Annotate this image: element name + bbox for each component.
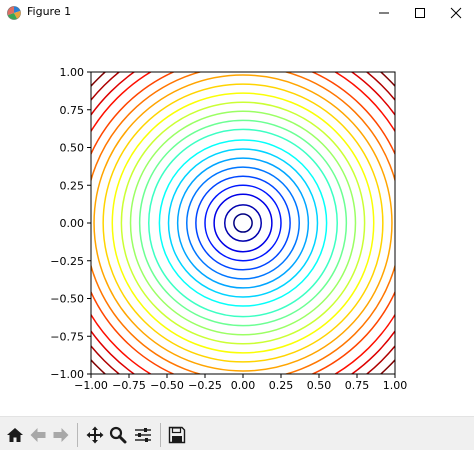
navigation-toolbar [0, 416, 474, 450]
contour-level-11 [129, 110, 357, 336]
save-button[interactable] [166, 423, 188, 447]
x-tick-label: 0.25 [269, 379, 294, 392]
y-tick-label: 0.25 [60, 179, 85, 192]
maximize-button[interactable] [402, 0, 438, 26]
contour-level-12 [120, 101, 366, 345]
forward-button[interactable] [50, 423, 72, 447]
arrow-left-icon [30, 428, 46, 442]
y-tick-label: 0.75 [60, 104, 85, 117]
contour-level-6 [176, 157, 310, 289]
contour-level-10 [138, 119, 348, 327]
x-tick-label: 1.00 [383, 379, 408, 392]
contour-level-5 [186, 166, 300, 280]
y-tick-label: −1.00 [50, 368, 84, 381]
contour-level-18 [91, 72, 395, 374]
contour-level-1 [224, 204, 262, 242]
title-bar: Figure 1 [0, 0, 474, 26]
toolbar-separator [77, 423, 78, 447]
arrow-right-icon [53, 428, 69, 442]
axes-frame [90, 71, 396, 375]
contour-level-0 [233, 213, 253, 233]
back-button[interactable] [27, 423, 49, 447]
contour-level-16 [91, 72, 395, 374]
contour-level-15 [93, 74, 393, 372]
configure-subplots-button[interactable] [132, 423, 154, 447]
minimize-button[interactable] [366, 0, 402, 26]
contour-level-8 [158, 139, 328, 307]
y-tick-label: 0.50 [60, 142, 85, 155]
y-tick-label: 0.00 [60, 217, 85, 230]
move-icon [86, 426, 104, 444]
y-tick-label: −0.25 [50, 255, 84, 268]
contour-chart: −1.00 −0.75 −0.50 −0.25 0.00 0.25 0.50 0.75 1.00… [50, 66, 408, 392]
window-title: Figure 1 [27, 5, 72, 18]
home-icon [7, 428, 23, 442]
close-icon [450, 7, 462, 19]
y-tick-label: 1.00 [60, 66, 85, 79]
figure-canvas[interactable]: −1.00 −0.75 −0.50 −0.25 0.00 0.25 0.50 0.75 1.00… [0, 26, 474, 416]
zoom-button[interactable] [107, 423, 129, 447]
y-tick-label: −0.50 [50, 293, 84, 306]
magnifier-icon [109, 426, 127, 444]
floppy-disk-icon [168, 426, 186, 444]
x-tick-label: 0.00 [231, 379, 256, 392]
x-tick-label: −0.25 [188, 379, 222, 392]
pan-button[interactable] [84, 423, 106, 447]
toolbar-separator [160, 423, 161, 447]
close-button[interactable] [438, 0, 474, 26]
x-tick-label: −0.50 [150, 379, 184, 392]
contour-level-7 [167, 148, 319, 298]
contour-level-4 [195, 175, 291, 271]
contour-level-2 [213, 193, 273, 253]
y-tick-label: −0.75 [50, 330, 84, 343]
x-tick-label: 0.50 [307, 379, 332, 392]
contour-level-13 [111, 92, 375, 354]
minimize-icon [379, 12, 389, 14]
x-tick-label: −0.75 [112, 379, 146, 392]
home-button[interactable] [4, 423, 26, 447]
contour-level-20 [91, 72, 395, 374]
maximize-icon [415, 8, 425, 18]
contour-level-14 [102, 83, 384, 363]
x-tick-label: 0.75 [345, 379, 370, 392]
contour-level-17 [91, 72, 395, 374]
contour-level-3 [204, 184, 282, 262]
matplotlib-figure-icon [6, 5, 22, 21]
sliders-icon [135, 428, 151, 442]
